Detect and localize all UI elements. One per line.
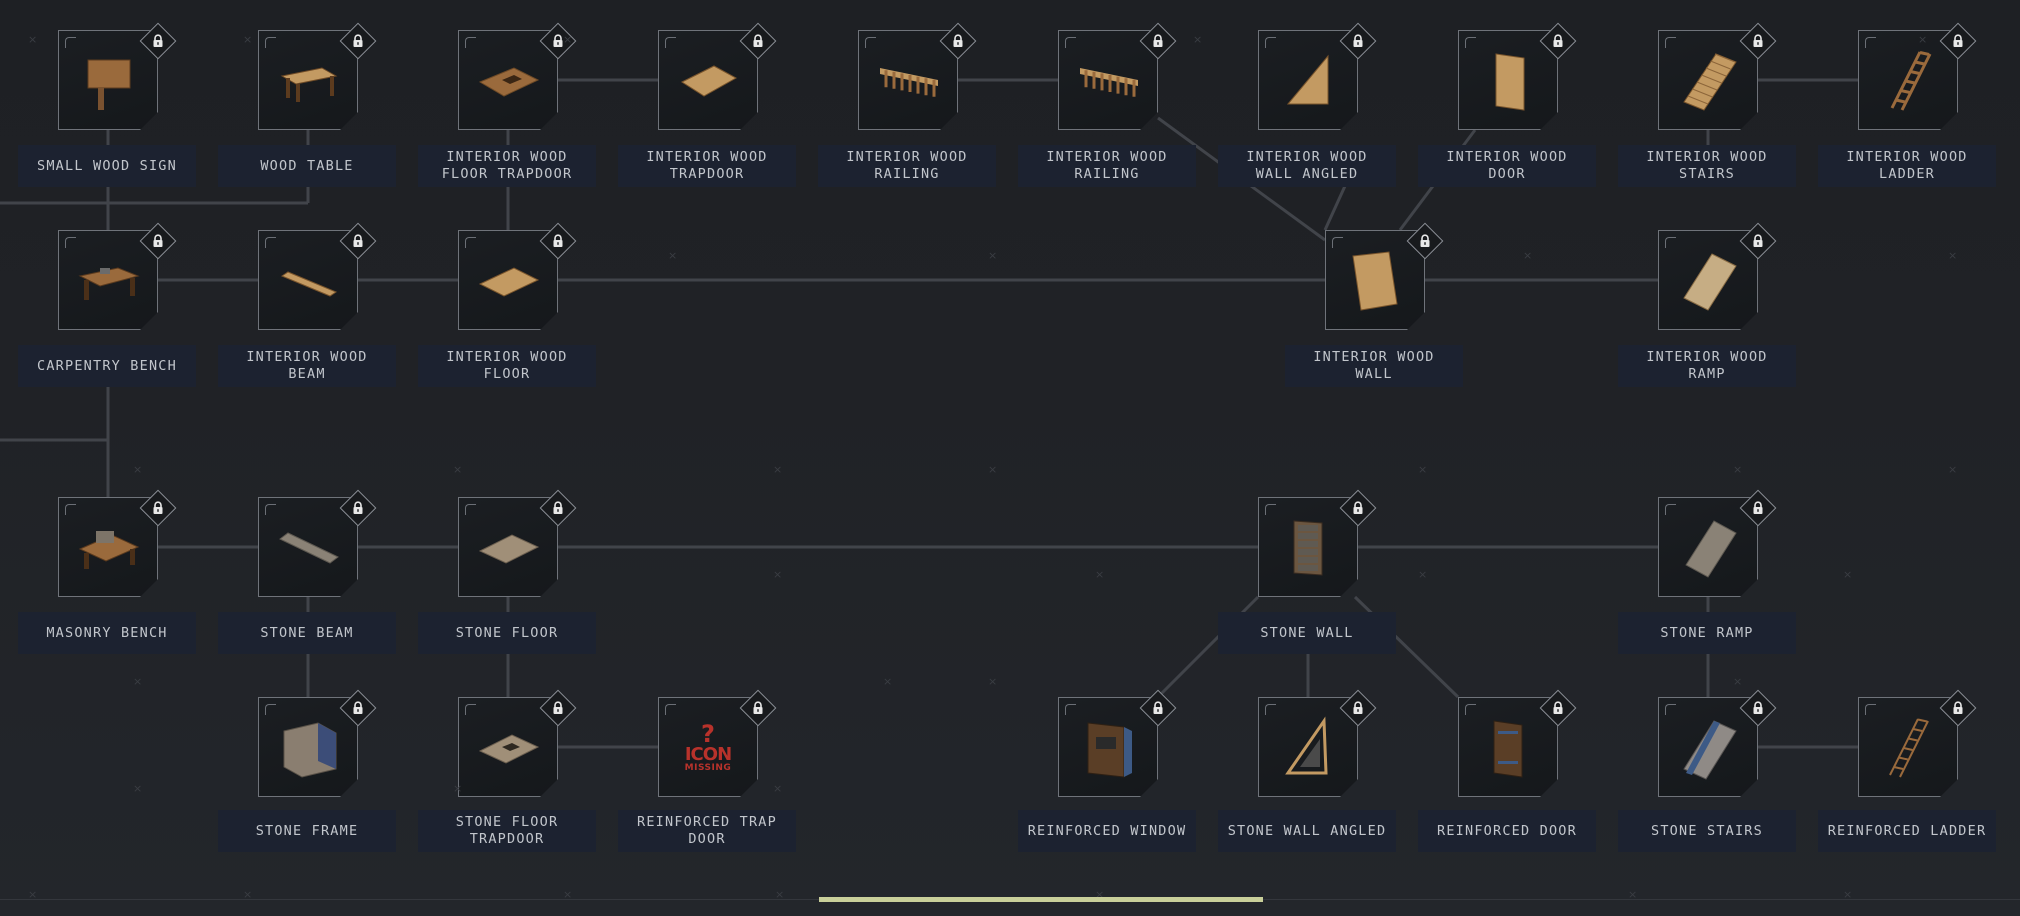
node-label-interior-wood-beam[interactable]: INTERIOR WOOD BEAM	[218, 345, 396, 387]
grid-marker: ×	[1733, 463, 1743, 476]
grid-marker: ×	[988, 463, 998, 476]
node-label-reinforced-door[interactable]: REINFORCED DOOR	[1418, 810, 1596, 852]
icon-missing-icon: ? ICON MISSING	[659, 698, 757, 796]
node-label-stone-wall-angled[interactable]: STONE WALL ANGLED	[1218, 810, 1396, 852]
node-label-stone-floor-trapdoor[interactable]: STONE FLOOR TRAPDOOR	[418, 810, 596, 852]
grid-marker: ×	[773, 463, 783, 476]
icon-missing-text: ?	[701, 719, 715, 748]
grid-marker: ×	[133, 463, 143, 476]
node-label-stone-frame[interactable]: STONE FRAME	[218, 810, 396, 852]
grid-marker: ×	[1418, 568, 1428, 581]
scroll-thumb[interactable]	[819, 897, 1263, 902]
crafting-tree: SMALL WOOD SIGN WOOD TABLE INTERIOR WOOD F…	[0, 0, 2020, 916]
node-label-interior-wood-floor-trapdoor[interactable]: INTERIOR WOOD FLOOR TRAPDOOR	[418, 145, 596, 187]
node-label-carpentry-bench[interactable]: CARPENTRY BENCH	[18, 345, 196, 387]
grid-marker: ×	[1523, 249, 1533, 262]
node-label-interior-wood-wall[interactable]: INTERIOR WOOD WALL	[1285, 345, 1463, 387]
grid-marker: ×	[453, 782, 463, 795]
grid-marker: ×	[133, 782, 143, 795]
grid-marker: ×	[133, 675, 143, 688]
node-label-stone-floor[interactable]: STONE FLOOR	[418, 612, 596, 654]
grid-marker: ×	[988, 675, 998, 688]
node-label-masonry-bench[interactable]: MASONRY BENCH	[18, 612, 196, 654]
node-label-reinforced-ladder[interactable]: REINFORCED LADDER	[1818, 810, 1996, 852]
node-label-small-wood-sign[interactable]: SMALL WOOD SIGN	[18, 145, 196, 187]
node-label-stone-beam[interactable]: STONE BEAM	[218, 612, 396, 654]
node-label-stone-ramp[interactable]: STONE RAMP	[1618, 612, 1796, 654]
node-label-interior-wood-floor[interactable]: INTERIOR WOOD FLOOR	[418, 345, 596, 387]
node-label-interior-wood-door[interactable]: INTERIOR WOOD DOOR	[1418, 145, 1596, 187]
grid-marker: ×	[1733, 675, 1743, 688]
grid-marker: ×	[453, 463, 463, 476]
connector-line	[1323, 185, 1347, 231]
grid-marker: ×	[773, 568, 783, 581]
grid-marker: ×	[668, 249, 678, 262]
node-label-wood-table[interactable]: WOOD TABLE	[218, 145, 396, 187]
grid-marker: ×	[1948, 463, 1958, 476]
grid-marker: ×	[563, 33, 573, 46]
grid-marker: ×	[883, 675, 893, 688]
node-label-reinforced-window[interactable]: REINFORCED WINDOW	[1018, 810, 1196, 852]
grid-marker: ×	[1918, 33, 1928, 46]
node-label-interior-wood-railing-2[interactable]: INTERIOR WOOD RAILING	[1018, 145, 1196, 187]
node-label-interior-wood-trapdoor[interactable]: INTERIOR WOOD TRAPDOOR	[618, 145, 796, 187]
node-label-interior-wood-railing-1[interactable]: INTERIOR WOOD RAILING	[818, 145, 996, 187]
grid-marker: ×	[1418, 463, 1428, 476]
node-label-interior-wood-wall-angled[interactable]: INTERIOR WOOD WALL ANGLED	[1218, 145, 1396, 187]
node-label-interior-wood-ramp[interactable]: INTERIOR WOOD RAMP	[1618, 345, 1796, 387]
grid-marker: ×	[988, 249, 998, 262]
node-label-stone-stairs[interactable]: STONE STAIRS	[1618, 810, 1796, 852]
grid-marker: ×	[28, 33, 38, 46]
grid-marker: ×	[1095, 568, 1105, 581]
grid-marker: ×	[1843, 568, 1853, 581]
node-label-interior-wood-ladder[interactable]: INTERIOR WOOD LADDER	[1818, 145, 1996, 187]
grid-marker: ×	[1193, 33, 1203, 46]
icon-missing-text: ICON	[684, 743, 732, 765]
node-label-interior-wood-stairs[interactable]: INTERIOR WOOD STAIRS	[1618, 145, 1796, 187]
grid-marker: ×	[773, 782, 783, 795]
node-label-stone-wall[interactable]: STONE WALL	[1218, 612, 1396, 654]
grid-marker: ×	[243, 33, 253, 46]
grid-marker: ×	[1948, 249, 1958, 262]
node-label-reinforced-trap-door[interactable]: REINFORCED TRAP DOOR	[618, 810, 796, 852]
icon-missing-text: MISSING	[684, 762, 732, 773]
